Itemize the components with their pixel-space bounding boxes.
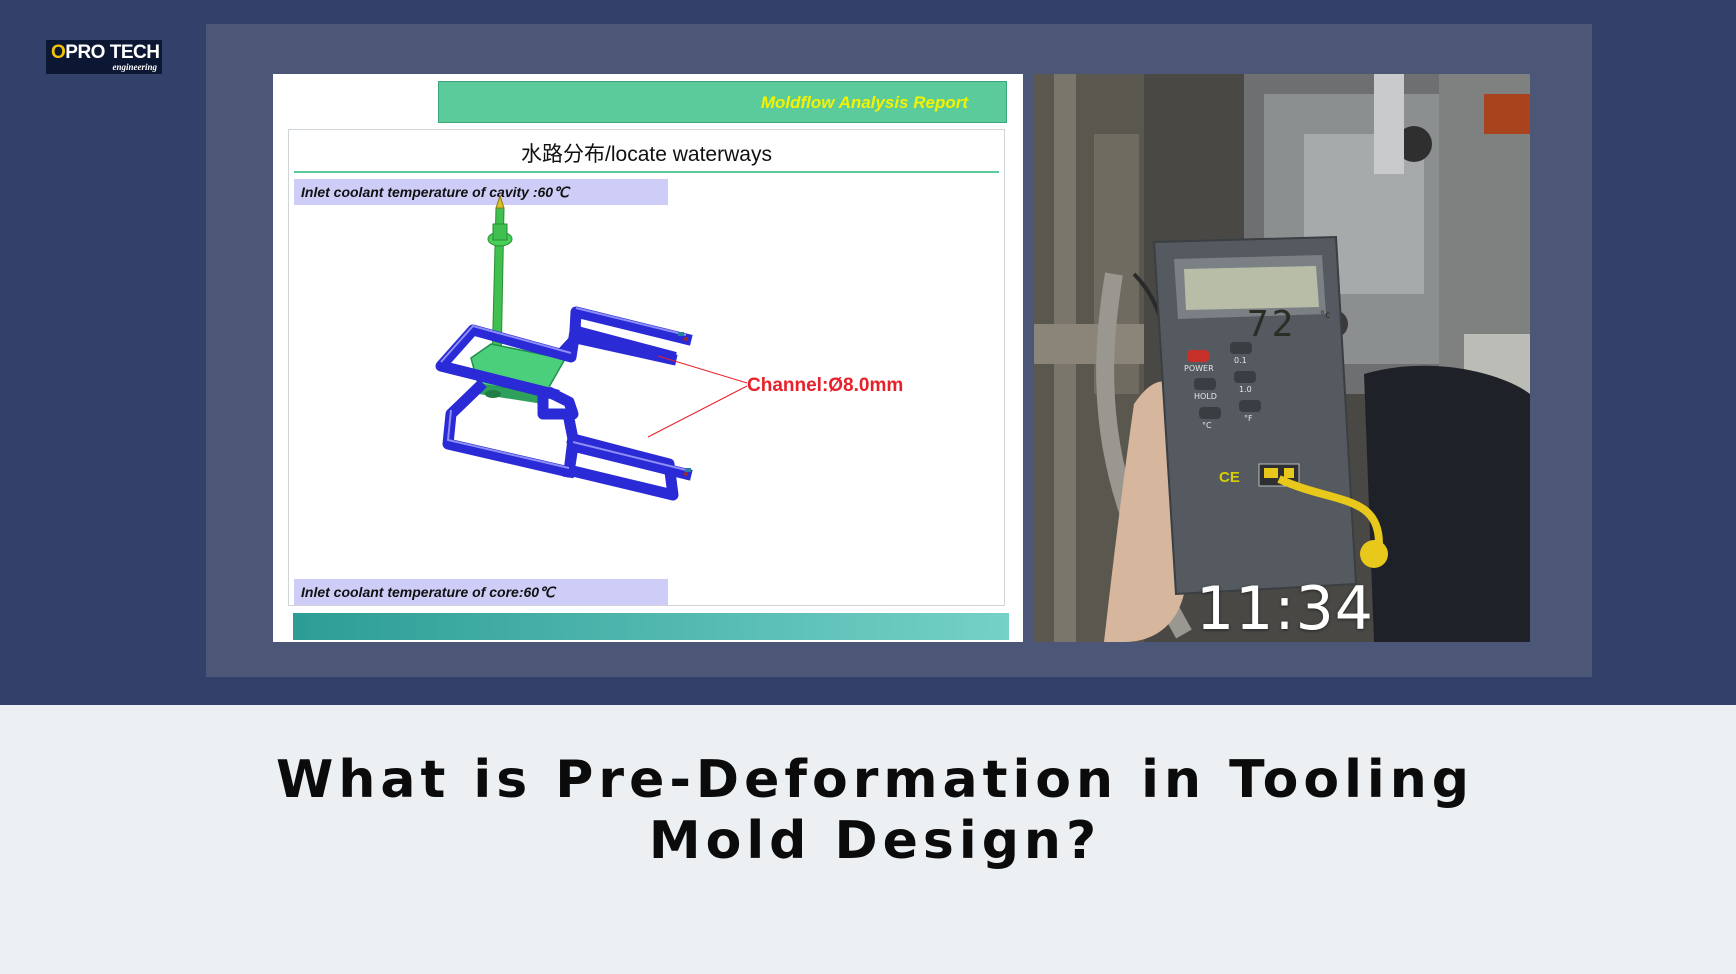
hold-button-label: HOLD	[1194, 392, 1217, 401]
slide-footer-bar	[293, 613, 1009, 640]
resolution-10-label: 1.0	[1239, 385, 1252, 394]
video-timestamp: 11:34	[1196, 574, 1374, 642]
power-button-label: POWER	[1184, 364, 1214, 373]
ce-mark: CE	[1219, 469, 1240, 486]
logo-brand-text: OPRO TECH	[51, 42, 160, 63]
thermometer-photo: 72 °c POWER 0.1 HOLD 1.0 °C °F CE 11:34	[1034, 74, 1530, 642]
hero-banner: OPRO TECH engineering Moldflow Analysis …	[0, 0, 1736, 705]
photo-scene	[1034, 74, 1530, 642]
opro-tech-logo[interactable]: OPRO TECH engineering	[46, 40, 162, 74]
connectors	[678, 332, 691, 472]
inlet-markers	[684, 337, 688, 476]
callout-leader-lines	[647, 355, 748, 438]
channel-callout: Channel:Ø8.0mm	[747, 375, 903, 396]
moldflow-report-slide: Moldflow Analysis Report 水路分布/locate wat…	[273, 74, 1023, 642]
meter-reading: 72	[1247, 304, 1297, 345]
fahrenheit-button-label: °F	[1244, 414, 1253, 423]
meter-unit: °c	[1320, 310, 1331, 321]
article-title[interactable]: What is Pre-Deformation in Tooling Mold …	[230, 750, 1520, 872]
cooling-channel-diagram: Channel:Ø8.0mm	[435, 194, 903, 501]
celsius-button-label: °C	[1202, 421, 1212, 430]
logo-sub-text: engineering	[112, 62, 157, 72]
resolution-01-label: 0.1	[1234, 356, 1247, 365]
